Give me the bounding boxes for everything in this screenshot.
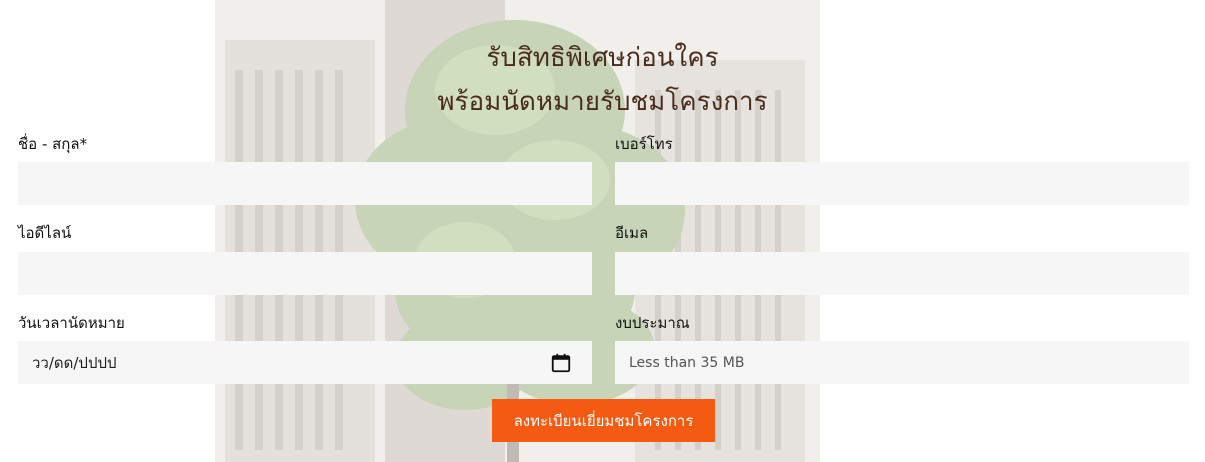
phone-label: เบอร์โทร — [615, 135, 673, 153]
email-input[interactable] — [615, 252, 1189, 295]
register-visit-button[interactable]: ลงทะเบียนเยี่ยมชมโครงการ — [492, 399, 715, 442]
budget-label: งบประมาณ — [615, 314, 690, 332]
date-placeholder: วว/ดด/ปปปป — [32, 353, 117, 372]
name-label: ชื่อ - สกุล* — [18, 135, 88, 153]
heading-line-1: รับสิทธิพิเศษก่อนใคร — [486, 43, 719, 73]
budget-selected-value: Less than 35 MB — [629, 354, 745, 371]
heading-line-2: พร้อมนัดหมายรับชมโครงการ — [437, 87, 768, 117]
calendar-icon[interactable] — [550, 352, 572, 374]
line-id-label: ไอดีไลน์ — [18, 224, 72, 242]
line-id-input[interactable] — [18, 252, 592, 295]
budget-select[interactable]: Less than 35 MB — [615, 341, 1189, 384]
appointment-form: รับสิทธิพิเศษก่อนใคร พร้อมนัดหมายรับชมโค… — [0, 0, 1205, 462]
name-input[interactable] — [18, 162, 592, 205]
email-label: อีเมล — [615, 224, 649, 242]
form-heading: รับสิทธิพิเศษก่อนใคร พร้อมนัดหมายรับชมโค… — [300, 36, 905, 124]
phone-input[interactable] — [615, 162, 1189, 205]
appointment-label: วันเวลานัดหมาย — [18, 314, 125, 332]
appointment-date-input[interactable]: วว/ดด/ปปปป — [18, 341, 592, 384]
